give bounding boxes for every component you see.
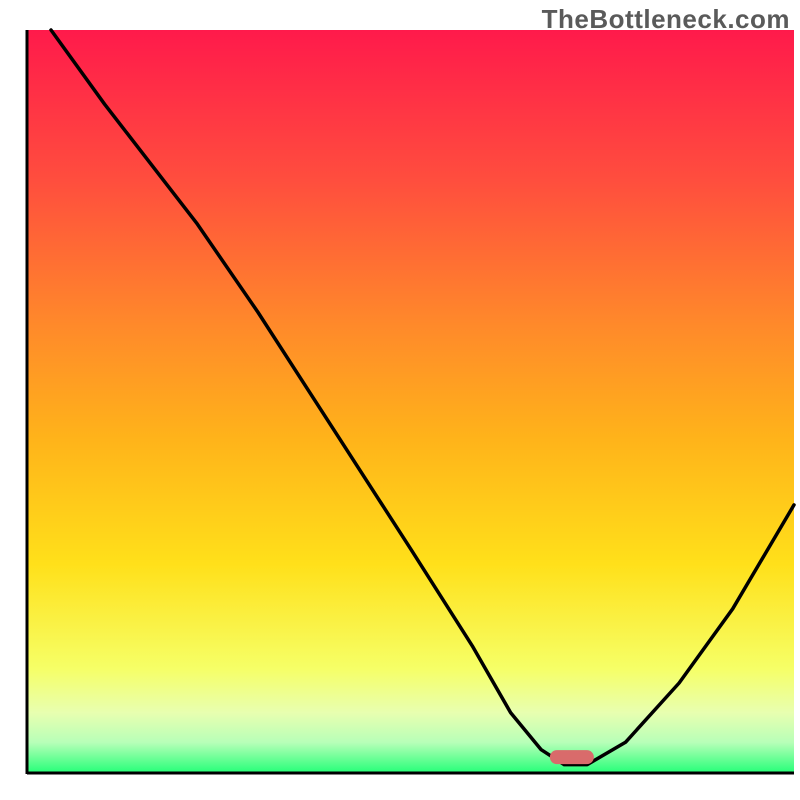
chart-frame: TheBottleneck.com (0, 0, 800, 800)
bottleneck-chart (0, 0, 800, 800)
optimal-marker (550, 750, 594, 764)
plot-background (28, 30, 794, 772)
watermark-text: TheBottleneck.com (542, 4, 790, 35)
